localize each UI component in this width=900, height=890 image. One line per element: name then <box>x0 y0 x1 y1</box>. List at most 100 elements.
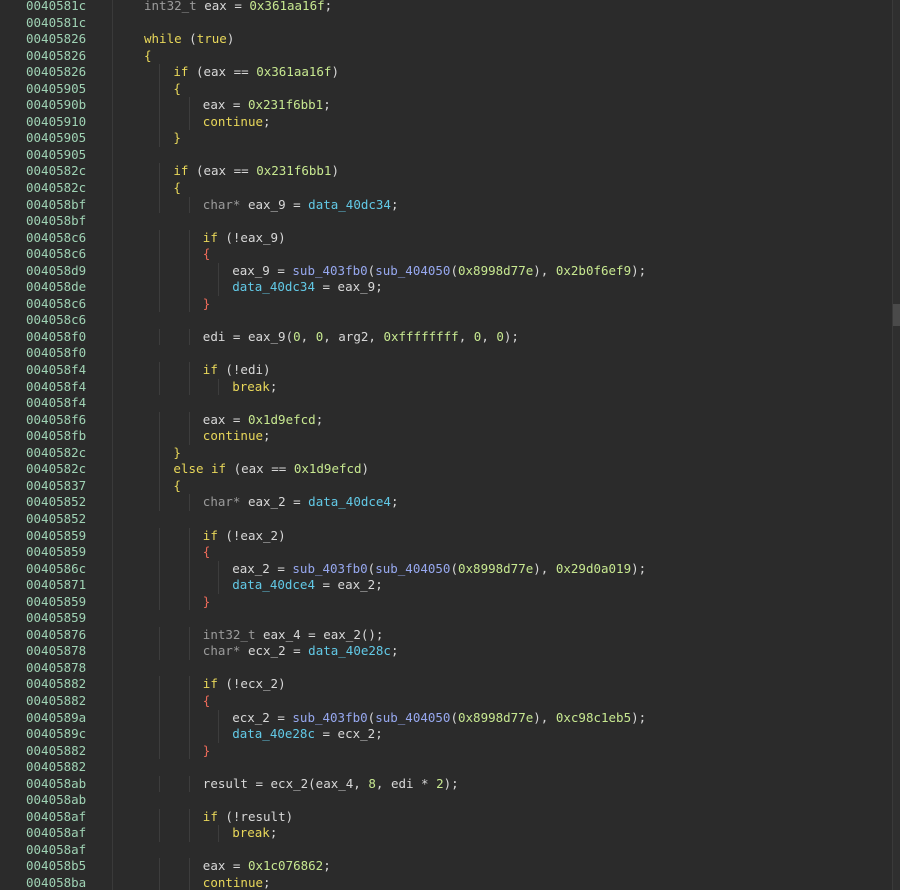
code-line[interactable] <box>118 660 882 677</box>
line-address[interactable]: 004058af <box>0 825 112 842</box>
code-line[interactable]: { <box>118 80 882 98</box>
line-address[interactable]: 004058b5 <box>0 858 112 875</box>
line-address[interactable]: 0040581c <box>0 0 112 15</box>
code-line[interactable]: } <box>118 295 882 313</box>
data-symbol-link[interactable]: data_40dce4 <box>232 577 315 592</box>
line-address[interactable]: 004058ab <box>0 776 112 793</box>
decompiler-code-view[interactable]: 0040581c 0040581c 00405826 00405826 00405826… <box>0 0 900 890</box>
line-address[interactable]: 00405905 <box>0 130 112 147</box>
line-address[interactable]: 00405876 <box>0 627 112 644</box>
line-address[interactable]: 0040590b <box>0 97 112 114</box>
line-address[interactable]: 00405878 <box>0 660 112 677</box>
line-address[interactable]: 00405910 <box>0 114 112 131</box>
code-line[interactable]: break; <box>118 825 882 842</box>
code-line[interactable]: } <box>118 130 882 147</box>
code-line[interactable]: if (!eax_9) <box>118 229 882 247</box>
line-address[interactable]: 004058c6 <box>0 246 112 263</box>
line-address[interactable]: 0040589c <box>0 726 112 743</box>
code-line[interactable]: eax_2 = sub_403fb0(sub_404050(0x8998d77e… <box>118 560 882 578</box>
line-address[interactable]: 00405905 <box>0 147 112 164</box>
code-line[interactable]: if (!eax_2) <box>118 527 882 545</box>
line-address[interactable]: 0040582c <box>0 461 112 478</box>
line-address[interactable]: 004058c6 <box>0 296 112 313</box>
code-line[interactable]: continue; <box>118 113 882 131</box>
data-symbol-link[interactable]: data_40e28c <box>308 643 391 658</box>
code-line[interactable] <box>118 312 882 329</box>
line-address[interactable]: 00405859 <box>0 544 112 561</box>
code-line[interactable]: data_40dc34 = eax_9; <box>118 279 882 296</box>
line-address[interactable]: 004058fb <box>0 428 112 445</box>
data-symbol-link[interactable]: data_40dc34 <box>308 197 391 212</box>
code-line[interactable]: eax = 0x231f6bb1; <box>118 97 882 114</box>
code-line[interactable]: eax = 0x1d9efcd; <box>118 411 882 429</box>
code-line[interactable] <box>118 792 882 809</box>
code-line[interactable] <box>118 345 882 362</box>
code-line[interactable]: { <box>118 48 882 65</box>
line-address[interactable]: 004058f6 <box>0 412 112 429</box>
line-address[interactable]: 00405837 <box>0 478 112 495</box>
code-line[interactable] <box>118 213 882 230</box>
code-line[interactable] <box>118 759 882 776</box>
data-symbol-link[interactable]: data_40dce4 <box>308 494 391 509</box>
code-line[interactable] <box>118 842 882 859</box>
code-line[interactable] <box>118 395 882 412</box>
function-call-link[interactable]: sub_404050 <box>375 561 450 576</box>
data-symbol-link[interactable]: data_40dc34 <box>232 279 315 294</box>
line-address[interactable]: 00405882 <box>0 676 112 693</box>
scrollbar-thumb[interactable] <box>893 304 900 326</box>
line-address[interactable]: 0040582c <box>0 180 112 197</box>
line-address[interactable]: 00405859 <box>0 528 112 545</box>
line-address[interactable]: 00405882 <box>0 743 112 760</box>
line-address[interactable]: 00405882 <box>0 693 112 710</box>
data-symbol-link[interactable]: data_40e28c <box>232 726 315 741</box>
line-address[interactable]: 00405905 <box>0 81 112 98</box>
line-address[interactable]: 004058f4 <box>0 395 112 412</box>
code-line[interactable]: { <box>118 246 882 263</box>
code-line[interactable]: { <box>118 692 882 710</box>
code-line[interactable]: char* ecx_2 = data_40e28c; <box>118 643 882 660</box>
code-line[interactable]: } <box>118 742 882 760</box>
line-address[interactable]: 00405878 <box>0 643 112 660</box>
code-line[interactable]: if (!result) <box>118 808 882 826</box>
line-address[interactable]: 004058af <box>0 809 112 826</box>
line-address[interactable]: 004058f4 <box>0 362 112 379</box>
line-address[interactable]: 004058af <box>0 842 112 859</box>
code-line[interactable]: char* eax_9 = data_40dc34; <box>118 196 882 214</box>
code-line[interactable]: eax_9 = sub_403fb0(sub_404050(0x8998d77e… <box>118 262 882 280</box>
code-line[interactable]: } <box>118 593 882 611</box>
function-call-link[interactable]: sub_404050 <box>375 710 450 725</box>
line-address[interactable]: 0040589a <box>0 710 112 727</box>
code-line[interactable] <box>118 511 882 528</box>
code-line[interactable]: while (true) <box>118 31 882 48</box>
line-address[interactable]: 004058ba <box>0 875 112 890</box>
code-line[interactable]: } <box>118 444 882 462</box>
code-line[interactable]: continue; <box>118 428 882 445</box>
code-line[interactable]: if (eax == 0x361aa16f) <box>118 64 882 81</box>
line-address[interactable]: 004058c6 <box>0 312 112 329</box>
line-address[interactable]: 004058d9 <box>0 263 112 280</box>
code-line[interactable]: if (!edi) <box>118 362 882 379</box>
code-line[interactable]: if (eax == 0x231f6bb1) <box>118 163 882 181</box>
code-line[interactable] <box>118 147 882 164</box>
line-address[interactable]: 0040581c <box>0 15 112 32</box>
function-call-link[interactable]: sub_403fb0 <box>292 561 367 576</box>
line-address[interactable]: 004058f4 <box>0 379 112 396</box>
code-line[interactable]: ecx_2 = sub_403fb0(sub_404050(0x8998d77e… <box>118 709 882 727</box>
function-call-link[interactable]: sub_403fb0 <box>292 263 367 278</box>
code-line[interactable]: if (!ecx_2) <box>118 676 882 693</box>
code-line[interactable]: char* eax_2 = data_40dce4; <box>118 494 882 511</box>
function-call-link[interactable]: sub_403fb0 <box>292 710 367 725</box>
line-address[interactable]: 004058c6 <box>0 230 112 247</box>
line-address[interactable]: 00405859 <box>0 594 112 611</box>
line-address[interactable]: 00405826 <box>0 31 112 48</box>
code-editor-area[interactable]: int32_t eax = 0x361aa16f; while (true){if… <box>118 0 882 890</box>
line-address[interactable]: 004058ab <box>0 792 112 809</box>
line-address[interactable]: 00405826 <box>0 48 112 65</box>
code-line[interactable]: data_40dce4 = eax_2; <box>118 577 882 594</box>
line-address[interactable]: 004058bf <box>0 213 112 230</box>
code-line[interactable]: { <box>118 477 882 495</box>
code-line[interactable]: { <box>118 544 882 561</box>
code-line[interactable]: data_40e28c = ecx_2; <box>118 726 882 743</box>
code-line[interactable] <box>118 610 882 627</box>
line-address[interactable]: 00405852 <box>0 494 112 511</box>
